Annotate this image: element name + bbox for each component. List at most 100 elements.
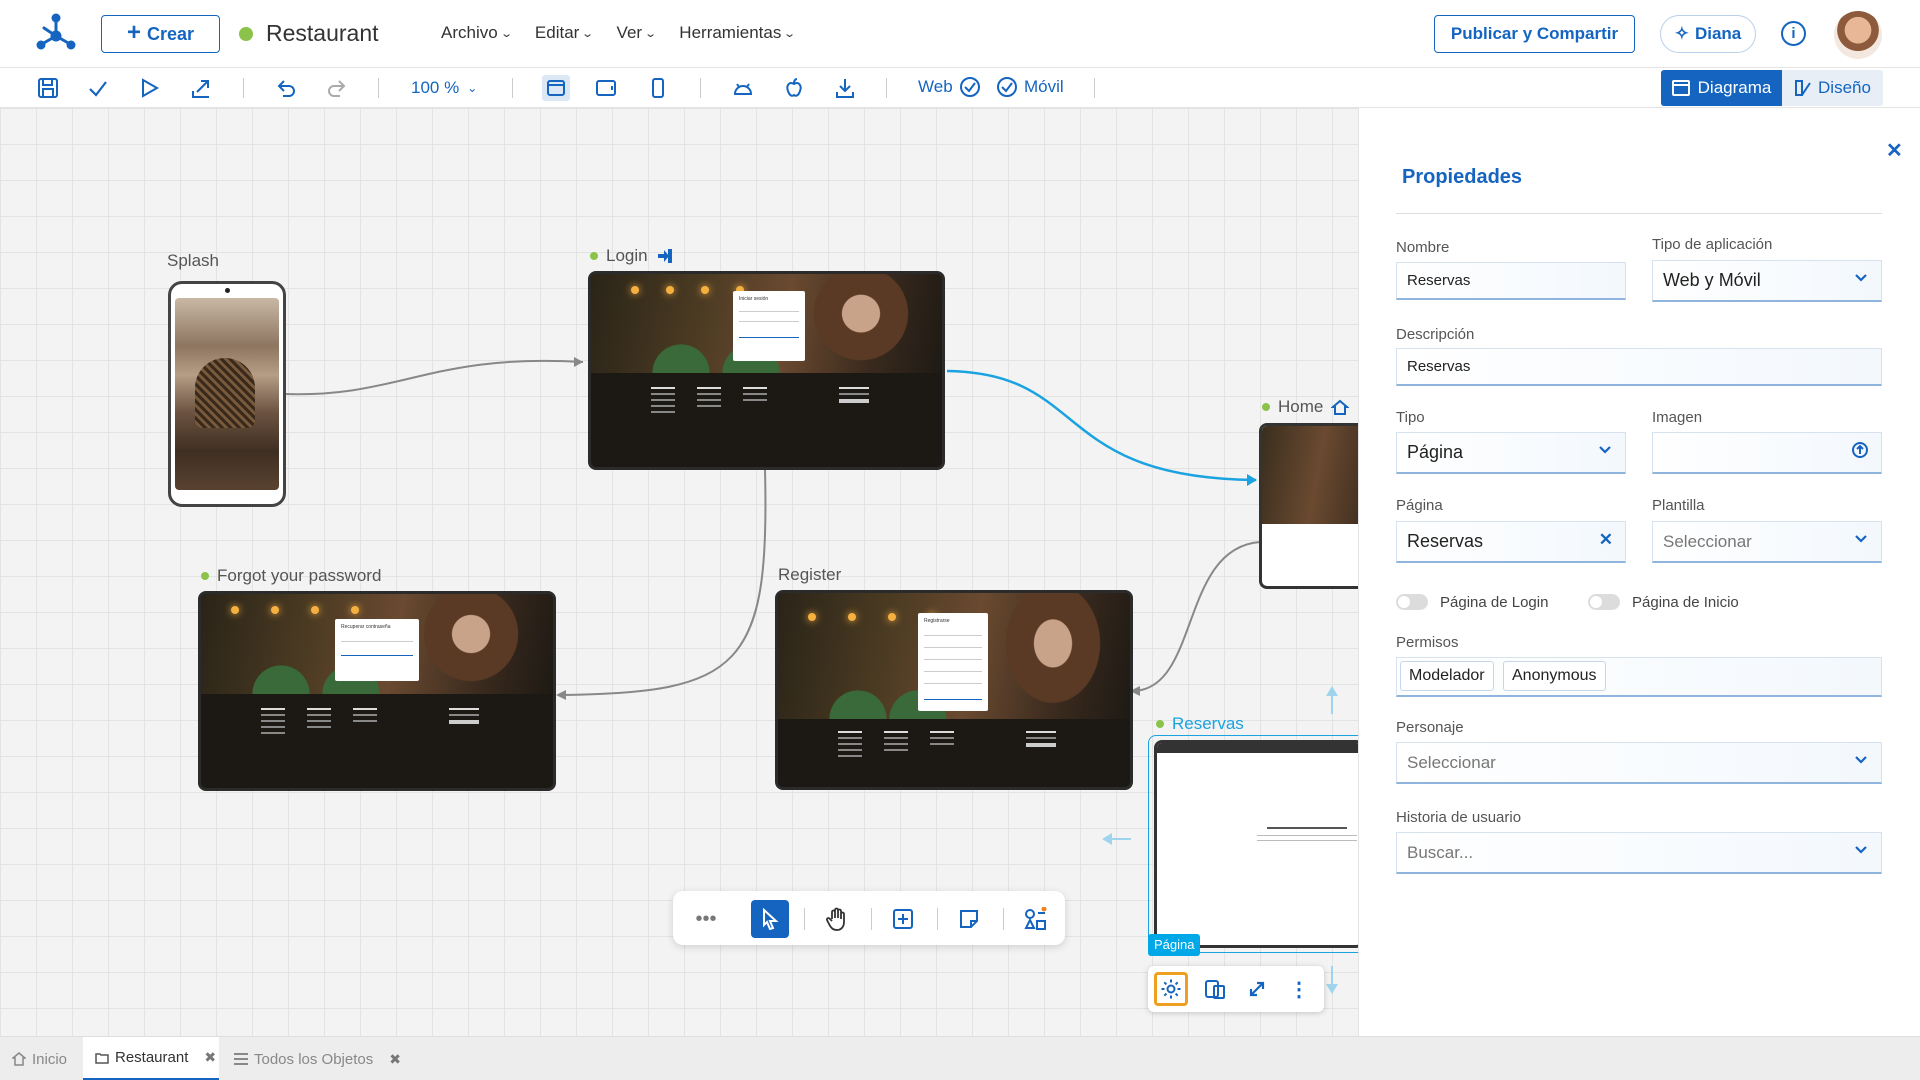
expand-icon[interactable] [1240,972,1274,1006]
descripcion-input[interactable]: Reservas [1396,348,1882,386]
play-icon[interactable] [137,76,161,100]
tab-restaurant[interactable]: Restaurant ✖ [83,1037,219,1080]
status-indicator [239,27,253,41]
node-title: Home [1278,397,1324,416]
publish-share-button[interactable]: Publicar y Compartir [1434,15,1635,53]
diagram-view-button[interactable]: Diagrama [1661,70,1782,106]
nombre-input[interactable]: Reservas [1396,262,1626,300]
login-hero: Iniciar sesión [591,274,942,373]
plantilla-select[interactable]: Seleccionar [1652,521,1882,563]
historia-search[interactable]: Buscar... [1396,832,1882,874]
plantilla-placeholder: Seleccionar [1663,531,1752,551]
tipo-select[interactable]: Página [1396,432,1626,474]
assistant-button[interactable]: ✧ Diana [1660,15,1756,53]
tab-label: Inicio [32,1050,68,1068]
menu-ver[interactable]: Ver ⌄ [616,23,658,43]
tablet-view-icon[interactable] [594,76,618,100]
node-register[interactable]: Registrarse [775,590,1133,790]
pagina-value: Reservas [1407,531,1484,551]
web-target-toggle[interactable]: Web [918,76,981,98]
chevron-down-icon: ⌄ [467,81,478,95]
tab-todos-los-objetos[interactable]: Todos los Objetos ✖ [234,1037,401,1080]
status-dot [1262,403,1270,411]
historia-label: Historia de usuario [1396,809,1522,826]
node-label-forgot: Forgot your password [201,566,381,586]
descripcion-label: Descripción [1396,326,1475,343]
tipo-value: Página [1407,442,1464,462]
components-icon[interactable] [1016,900,1054,938]
android-icon[interactable] [731,76,755,100]
avatar[interactable] [1834,11,1882,59]
register-form-thumb: Registrarse [918,613,988,711]
login-page-toggle[interactable] [1396,594,1428,610]
node-splash[interactable] [168,281,286,507]
app-logo-icon[interactable] [36,12,76,52]
save-icon[interactable] [36,76,60,100]
node-label-splash: Splash [167,251,219,271]
node-login[interactable]: Iniciar sesión [588,271,945,470]
add-node-icon[interactable] [884,900,922,938]
node-reservas[interactable] [1154,740,1358,948]
app-title: Restaurant [266,20,379,46]
permission-chip[interactable]: Modelador [1400,661,1494,691]
menu-editar[interactable]: Editar ⌄ [535,23,594,43]
export-icon[interactable] [189,76,213,100]
node-forgot-password[interactable]: Recuperar contraseña [198,591,556,791]
desktop-view-icon[interactable] [542,75,570,101]
redo-icon[interactable] [325,76,349,100]
forgot-footer [201,694,553,788]
home-page-toggle[interactable] [1588,594,1620,610]
hand-tool-icon[interactable] [818,900,856,938]
tipo-aplicacion-value: Web y Móvil [1663,270,1761,290]
nombre-label: Nombre [1396,239,1450,256]
menu-ver-label: Ver [616,23,643,42]
close-tab-icon[interactable]: ✖ [389,1051,401,1068]
permission-chip[interactable]: Anonymous [1503,661,1606,691]
close-icon[interactable]: ✕ [1886,138,1903,163]
download-icon[interactable] [833,76,857,100]
more-vertical-icon[interactable]: ⋮ [1282,972,1316,1006]
more-horizontal-icon[interactable]: ••• [687,900,725,938]
gear-icon[interactable] [1154,972,1188,1006]
register-hero: Registrarse [778,593,1130,719]
phone-view-icon[interactable] [646,76,670,100]
responsive-icon[interactable] [1198,972,1232,1006]
pointer-tool-icon[interactable] [751,900,789,938]
tipo-aplicacion-select[interactable]: Web y Móvil [1652,260,1882,302]
sticky-note-icon[interactable] [950,900,988,938]
node-action-bar: ⋮ [1148,966,1324,1012]
upload-icon[interactable] [1851,441,1869,463]
page-type-tag: Página [1148,934,1201,956]
node-label-login: Login [590,246,674,266]
tab-label: Todos los Objetos [254,1050,374,1068]
chevron-down-icon [1853,751,1869,771]
menu-herramientas[interactable]: Herramientas ⌄ [679,23,796,43]
check-icon[interactable] [86,76,110,100]
info-icon[interactable]: i [1781,21,1806,46]
apple-icon[interactable] [782,76,806,100]
toolbar-divider [1094,78,1095,98]
clear-icon[interactable]: ✕ [1599,530,1613,550]
imagen-upload-field[interactable] [1652,432,1882,474]
zoom-select[interactable]: 100 % ⌄ [411,78,477,98]
mobile-target-toggle[interactable]: Móvil [996,76,1064,98]
login-form-thumb: Iniciar sesión [733,291,805,361]
design-view-button[interactable]: Diseño [1782,70,1883,106]
nombre-value: Reservas [1407,272,1471,289]
descripcion-value: Reservas [1407,358,1471,375]
node-home[interactable] [1259,423,1358,589]
close-tab-icon[interactable]: ✖ [204,1049,216,1066]
menu-archivo-label: Archivo [441,23,498,42]
pagina-select[interactable]: Reservas ✕ [1396,521,1626,563]
login-page-toggle-label: Página de Login [1440,594,1549,611]
status-dot [201,572,209,580]
assistant-button-label: Diana [1694,24,1742,43]
undo-icon[interactable] [274,76,298,100]
create-button[interactable]: + Crear [101,15,220,53]
toolbar-divider [700,78,701,98]
node-title: Splash [167,251,219,270]
personaje-select[interactable]: Seleccionar [1396,742,1882,784]
top-bar: + Crear Restaurant Archivo ⌄ Editar ⌄ Ver ⌄… [0,0,1920,68]
menu-archivo[interactable]: Archivo ⌄ [441,23,513,43]
tab-inicio[interactable]: Inicio [12,1037,67,1080]
